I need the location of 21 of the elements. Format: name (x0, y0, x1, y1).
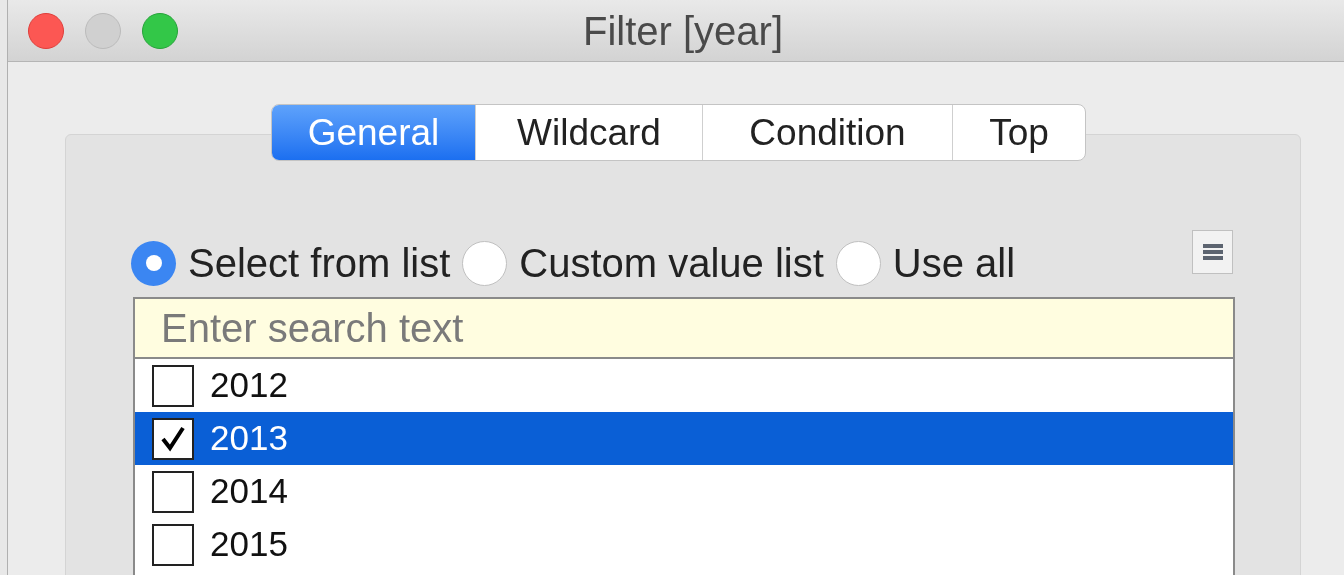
item-label: 2015 (210, 523, 288, 566)
menu-icon (1202, 242, 1223, 262)
item-label: 2013 (210, 417, 288, 460)
list-item[interactable]: 2013 (135, 412, 1233, 465)
zoom-button[interactable] (142, 12, 178, 49)
search-field[interactable]: Enter search text (135, 299, 1233, 359)
item-label: 2012 (210, 364, 288, 407)
option-label: Use all (892, 240, 1016, 287)
window-title: Filter [year] (583, 10, 784, 52)
checkbox[interactable] (152, 523, 194, 566)
close-button[interactable] (28, 12, 64, 49)
item-label: 2014 (210, 470, 288, 513)
tab[interactable]: Condition (702, 105, 952, 160)
checkbox[interactable] (152, 364, 194, 407)
menu-button[interactable] (1192, 230, 1233, 274)
tab[interactable]: Top (952, 105, 1085, 160)
option-label: Custom value list (519, 240, 824, 287)
checkbox[interactable] (152, 470, 194, 513)
checkbox[interactable] (152, 417, 194, 460)
tab[interactable]: Wildcard (475, 105, 702, 160)
option-label: Select from list (188, 240, 451, 287)
